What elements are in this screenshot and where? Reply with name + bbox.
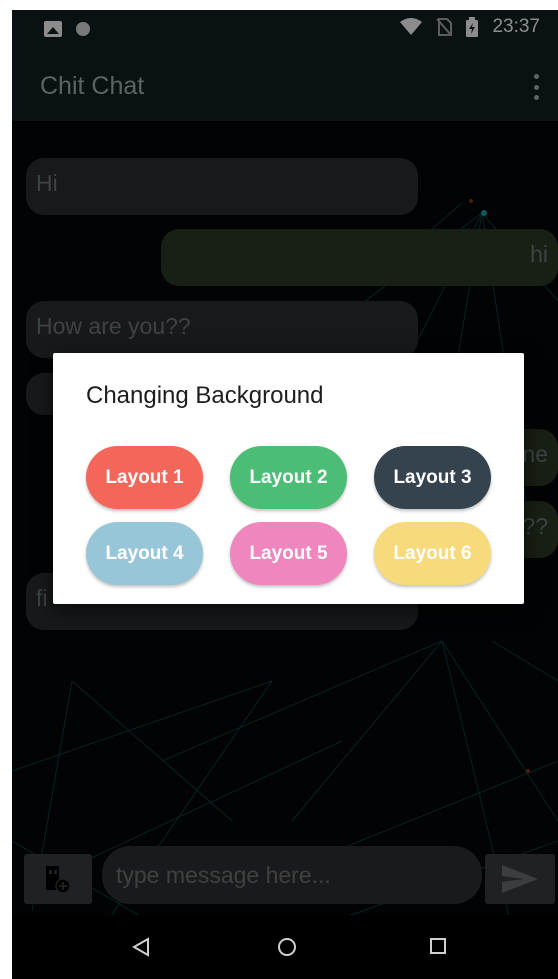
phone-screen: 23:37 Chit Chat Hi hi How are you?? ne ?… — [12, 10, 558, 979]
layout-5-button[interactable]: Layout 5 — [230, 522, 347, 585]
layout-4-button[interactable]: Layout 4 — [86, 522, 203, 585]
back-icon[interactable] — [132, 937, 150, 957]
dialog-title: Changing Background — [86, 382, 324, 409]
system-nav-bar — [12, 915, 558, 979]
layout-6-button[interactable]: Layout 6 — [374, 522, 491, 585]
home-icon[interactable] — [277, 937, 297, 957]
layout-3-button[interactable]: Layout 3 — [374, 446, 491, 509]
recents-icon[interactable] — [429, 937, 447, 955]
layout-1-button[interactable]: Layout 1 — [86, 446, 203, 509]
device-frame: 23:37 Chit Chat Hi hi How are you?? ne ?… — [0, 0, 558, 979]
layout-2-button[interactable]: Layout 2 — [230, 446, 347, 509]
change-background-dialog: Changing Background Layout 1 Layout 2 La… — [53, 353, 524, 604]
